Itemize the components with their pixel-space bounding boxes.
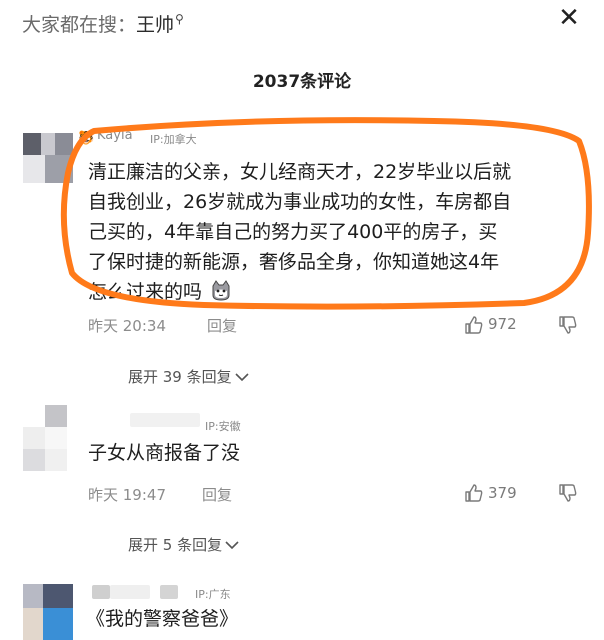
like-icon[interactable] <box>464 315 484 335</box>
comment-count-title: 2037条评论 <box>252 72 352 92</box>
dislike-icon[interactable] <box>558 315 578 335</box>
reply-button[interactable]: 回复 <box>207 315 237 336</box>
like-icon[interactable] <box>464 483 484 503</box>
chevron-down-icon <box>225 541 239 550</box>
avatar[interactable] <box>23 405 73 471</box>
search-hint-prefix: 大家都在搜： <box>22 14 137 36</box>
comment-ip: IP:加拿大 <box>150 133 197 146</box>
search-hint-bar[interactable]: 大家都在搜：王帅⚲ ✕ <box>0 0 604 48</box>
comment-text: 子女从商报备了没 <box>88 438 588 468</box>
username-blurred <box>160 585 178 599</box>
like-count: 379 <box>488 484 517 502</box>
comment-text-line: 了保时捷的新能源，奢侈品全身，你知道她这4年 <box>88 251 500 273</box>
dislike-icon[interactable] <box>558 483 578 503</box>
comment-ip: IP:广东 <box>195 588 231 601</box>
comment-text-line: 《我的警察爸爸》 <box>86 608 239 630</box>
comment-text: 《我的警察爸爸》 <box>86 604 586 634</box>
like-count: 972 <box>488 315 517 333</box>
username-blurred <box>130 413 200 427</box>
chevron-down-icon <box>235 373 249 382</box>
comment-text-line: 己买的，4年靠自己的努力买了400平的房子，买 <box>88 221 498 243</box>
username-blurred <box>110 585 150 599</box>
comment-text-line: 清正廉洁的父亲，女儿经商天才，22岁毕业以后就 <box>88 161 512 183</box>
comment-text: 清正廉洁的父亲，女儿经商天才，22岁毕业以后就 自我创业，26岁就成为事业成功的… <box>88 157 598 307</box>
reply-button[interactable]: 回复 <box>202 484 232 505</box>
close-icon[interactable]: ✕ <box>553 2 585 34</box>
comment-ip: IP:安徽 <box>205 420 241 433</box>
avatar[interactable] <box>23 133 73 183</box>
comment-text-line: 子女从商报备了没 <box>88 442 241 464</box>
cat-emoji-icon <box>212 280 230 301</box>
search-hint-query[interactable]: 王帅 <box>136 14 174 36</box>
comment-text-line-end: 怎么过来的吗 <box>88 281 203 303</box>
comment-time: 昨天 19:47 <box>88 486 166 504</box>
expand-replies-button[interactable]: 展开 39 条回复 <box>128 366 249 387</box>
comment-username[interactable]: Kayla <box>97 128 133 143</box>
comment-time: 昨天 20:34 <box>88 317 166 335</box>
expand-replies-label: 展开 39 条回复 <box>128 368 232 386</box>
comment-text-line: 怎么过来的吗 <box>88 277 598 307</box>
expand-replies-label: 展开 5 条回复 <box>128 536 223 554</box>
expand-replies-button[interactable]: 展开 5 条回复 <box>128 534 239 555</box>
user-badge-icon: 🐯 <box>78 131 95 146</box>
avatar[interactable] <box>23 584 73 640</box>
comment-text-line: 自我创业，26岁就成为事业成功的女性，车房都自 <box>88 191 512 213</box>
search-hint[interactable]: 大家都在搜：王帅⚲ <box>22 10 184 37</box>
username-blurred <box>92 585 110 599</box>
search-icon: ⚲ <box>175 12 184 26</box>
